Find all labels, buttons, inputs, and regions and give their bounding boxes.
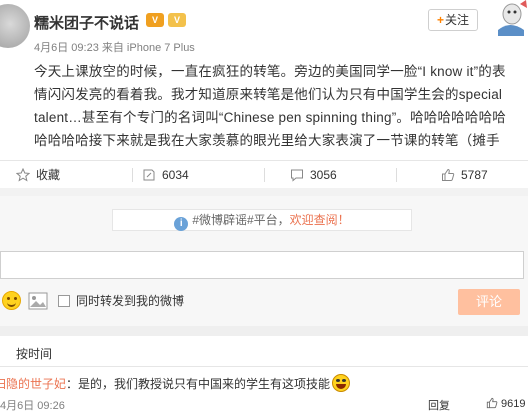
laughing-emoji-icon [332,374,351,392]
thumbs-up-icon [442,168,455,181]
repost-button[interactable]: 6034 [142,161,189,189]
action-divider [132,168,133,182]
rumor-tag: #微博辟谣#平台， [192,213,290,227]
comment-like-count: 9619 [501,398,526,410]
comment-input[interactable] [0,251,524,279]
thumbs-up-icon [486,397,498,409]
compose-toolbar: 同时转发到我的微博 评论 [0,289,528,317]
like-button[interactable]: 5787 [441,161,488,189]
repost-checkbox[interactable] [58,295,70,307]
action-divider [396,168,397,182]
rumor-welcome-link[interactable]: 欢迎查阅！ [290,213,350,227]
submit-comment-button[interactable]: 评论 [458,289,520,315]
decoration-sticker [498,0,527,36]
comment-compose-area: i #微博辟谣#平台，欢迎查阅！ 同时转发到我的微博 评论 [0,196,528,326]
comment-list: 按时间 归隐的世子妃：是的，我们教授说只有中国来的学生有这项技能 4月6日 09… [0,336,528,413]
reply-button[interactable]: 回复 [428,397,450,413]
favorite-label: 收藏 [36,168,61,182]
follow-button[interactable]: +关注 [428,9,478,31]
action-divider [264,168,265,182]
repost-icon [143,169,155,181]
comment-time: 4月6日 09:26 [0,400,65,412]
section-gap [0,326,528,336]
comment-icon [291,169,303,182]
comment-count-button[interactable]: 3056 [290,161,337,189]
plus-icon: + [436,13,444,27]
info-icon: i [174,217,189,231]
sort-by-time-tab[interactable]: 按时间 [16,345,52,362]
post-actions-bar: 收藏 6034 3056 5787 [0,160,528,188]
weibo-post-page: 糯米团子不说话 V V 4月6日 09:23 来自 iPhone 7 Plus … [0,0,528,413]
member-badge[interactable]: V [168,13,186,27]
emoji-icon[interactable] [2,291,21,310]
star-icon [15,167,31,182]
rumor-notice-bar[interactable]: i #微博辟谣#平台，欢迎查阅！ [112,209,412,231]
comment-item: 归隐的世子妃：是的，我们教授说只有中国来的学生有这项技能 [0,374,351,392]
commenter-name[interactable]: 归隐的世子妃 [0,377,66,391]
post-text: 今天上课放空的时候，一直在疯狂的转笔。旁边的美国同学一脸“I know it”的… [34,64,506,148]
author-name[interactable]: 糯米团子不说话 [34,12,139,33]
repost-count: 6034 [162,168,189,182]
vip-badge[interactable]: V [146,13,164,27]
repost-checkbox-label[interactable]: 同时转发到我的微博 [76,292,184,309]
list-divider [0,366,528,367]
author-avatar[interactable] [0,4,30,48]
follow-label: 关注 [445,13,470,27]
favorite-button[interactable]: 收藏 [15,161,61,189]
comment-like-button[interactable]: 9619 [486,397,525,410]
post-meta: 4月6日 09:23 来自 iPhone 7 Plus [34,42,195,54]
comment-count: 3056 [310,168,337,182]
like-count: 5787 [461,168,488,182]
comment-text: ：是的，我们教授说只有中国来的学生有这项技能 [66,377,331,391]
post-card: 糯米团子不说话 V V 4月6日 09:23 来自 iPhone 7 Plus … [0,0,528,188]
image-icon[interactable] [28,292,48,310]
